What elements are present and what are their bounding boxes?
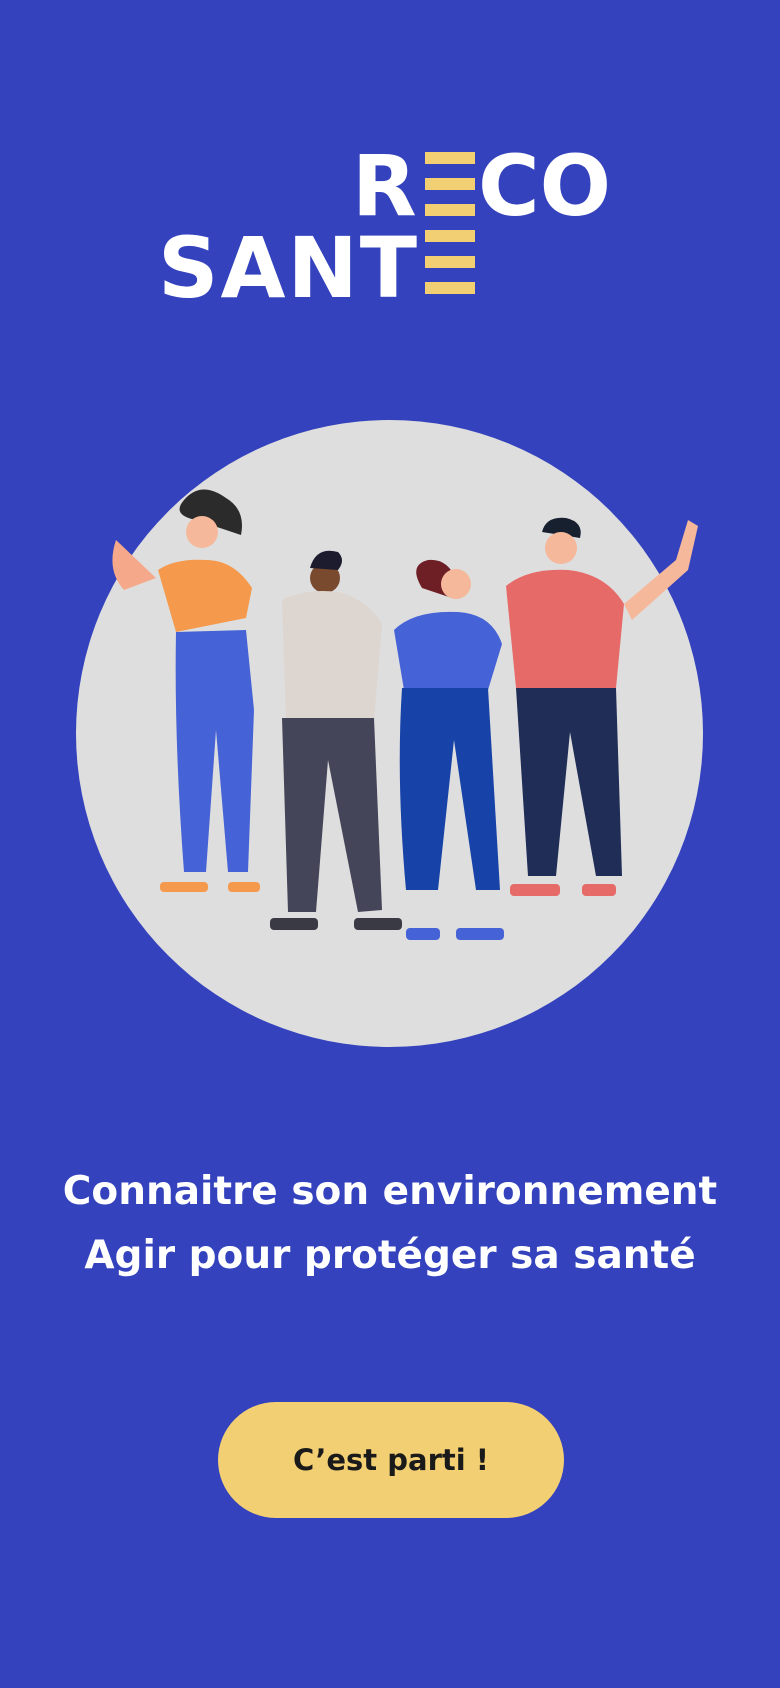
tagline-line-1: Connaitre son environnement — [62, 1169, 718, 1214]
logo-letters-co: CO — [478, 137, 612, 235]
logo-letter-r: R — [352, 137, 419, 235]
tagline-line-2: Agir pour protéger sa santé — [84, 1233, 696, 1278]
app-logo: R CO SANT — [0, 0, 780, 330]
group-of-people-illustration — [76, 420, 703, 1047]
start-button[interactable]: C’est parti ! — [218, 1402, 564, 1518]
logo-letters-sant: SANT — [158, 219, 420, 317]
